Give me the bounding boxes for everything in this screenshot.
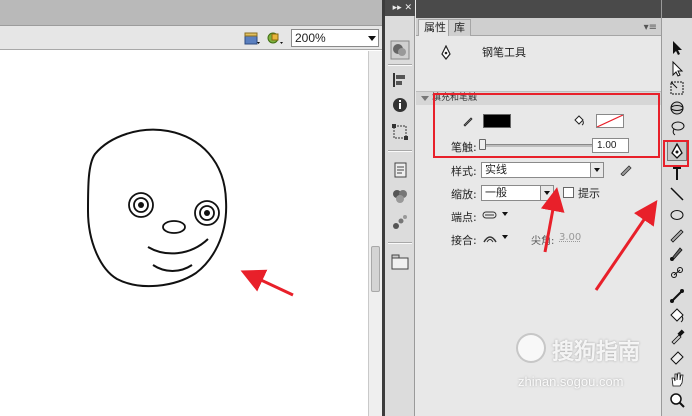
scale-label: 缩放: xyxy=(451,188,477,201)
pen-icon xyxy=(441,45,451,60)
watermark-url: zhinan.sogou.com xyxy=(518,374,624,389)
oval-tool-icon[interactable] xyxy=(668,205,686,223)
zoom-tool-icon[interactable] xyxy=(668,391,686,409)
chevron-down-icon[interactable] xyxy=(502,212,508,216)
dock-separator xyxy=(388,242,412,244)
paint-bucket-tool-icon[interactable] xyxy=(668,307,686,325)
tab-properties[interactable]: 属性 xyxy=(418,19,452,36)
hint-label: 提示 xyxy=(578,187,600,200)
dock-separator xyxy=(388,64,412,66)
chevron-down-icon xyxy=(368,36,376,41)
edit-scene-icon[interactable] xyxy=(243,30,261,46)
highlight-fill-stroke-section xyxy=(433,93,660,158)
document-window: 200% xyxy=(0,0,382,416)
stage-canvas[interactable] xyxy=(0,51,368,416)
pencil-tool-icon[interactable] xyxy=(668,225,686,243)
chevron-down-icon xyxy=(540,186,553,200)
sogou-logo-icon xyxy=(516,333,546,363)
selection-tool-icon[interactable] xyxy=(668,39,686,57)
sharp-label: 尖角: xyxy=(531,236,555,247)
tools-header[interactable] xyxy=(662,0,692,18)
subselection-tool-icon[interactable] xyxy=(668,60,686,78)
dock-separator xyxy=(388,150,412,152)
face-drawing[interactable] xyxy=(0,51,368,416)
scale-dropdown[interactable]: 一般 xyxy=(481,185,554,201)
watermark: 搜狗指南 zhinan.sogou.com xyxy=(516,333,686,393)
motion-presets-icon[interactable] xyxy=(390,212,410,232)
text-tool-icon[interactable] xyxy=(668,165,686,183)
join-style-icon[interactable] xyxy=(482,232,498,244)
cap-style-icon[interactable] xyxy=(482,210,498,220)
style-dropdown[interactable]: 实线 xyxy=(481,162,604,178)
collapsed-panel-dock: ▸▸ ✕ xyxy=(385,0,415,416)
cap-label: 端点: xyxy=(451,211,477,224)
lasso-tool-icon[interactable] xyxy=(668,119,686,137)
line-tool-icon[interactable] xyxy=(668,185,686,203)
hint-checkbox[interactable] xyxy=(563,187,574,198)
chevron-down-icon xyxy=(590,163,603,177)
panel-title-bar[interactable] xyxy=(416,0,661,18)
style-label: 样式: xyxy=(451,165,477,178)
chevron-down-icon[interactable] xyxy=(502,235,508,239)
edit-bar: 200% xyxy=(0,26,382,50)
bone-tool-icon[interactable] xyxy=(668,287,686,305)
align-icon[interactable] xyxy=(390,70,410,90)
tab-library[interactable]: 库 xyxy=(448,19,471,36)
scale-value: 一般 xyxy=(485,186,507,199)
info-icon[interactable] xyxy=(390,95,410,115)
panel-menu-icon[interactable]: ▾≡ xyxy=(644,22,657,33)
scrollbar-thumb[interactable] xyxy=(371,246,380,292)
free-transform-tool-icon[interactable] xyxy=(668,79,686,97)
highlight-pen-tool xyxy=(663,140,689,167)
history-icon[interactable] xyxy=(390,160,410,180)
document-tab-strip xyxy=(0,0,382,26)
transform-icon[interactable] xyxy=(390,122,410,142)
tool-name: 钢笔工具 xyxy=(482,46,526,59)
watermark-name: 搜狗指南 xyxy=(552,340,641,365)
edit-stroke-style-icon[interactable] xyxy=(619,162,633,176)
chevron-down-icon xyxy=(421,96,429,101)
sharp-value: 3.00 xyxy=(559,232,582,243)
dock-header[interactable]: ▸▸ ✕ xyxy=(385,0,415,16)
color-palette-icon[interactable] xyxy=(390,40,410,60)
panel-tab-bar: 属性 库 ▾≡ xyxy=(416,18,661,36)
components-icon[interactable] xyxy=(390,186,410,206)
brush-tool-icon[interactable] xyxy=(668,244,686,262)
vertical-scrollbar[interactable] xyxy=(368,51,382,416)
deco-tool-icon[interactable] xyxy=(668,263,686,281)
project-icon[interactable] xyxy=(390,252,410,272)
style-value: 实线 xyxy=(485,163,507,176)
tool-header: 钢笔工具 xyxy=(416,36,661,88)
zoom-value: 200% xyxy=(295,31,326,45)
3d-rotation-tool-icon[interactable] xyxy=(668,99,686,117)
join-label: 接合: xyxy=(451,234,477,247)
zoom-dropdown[interactable]: 200% xyxy=(291,29,379,47)
edit-symbols-icon[interactable] xyxy=(266,30,284,46)
